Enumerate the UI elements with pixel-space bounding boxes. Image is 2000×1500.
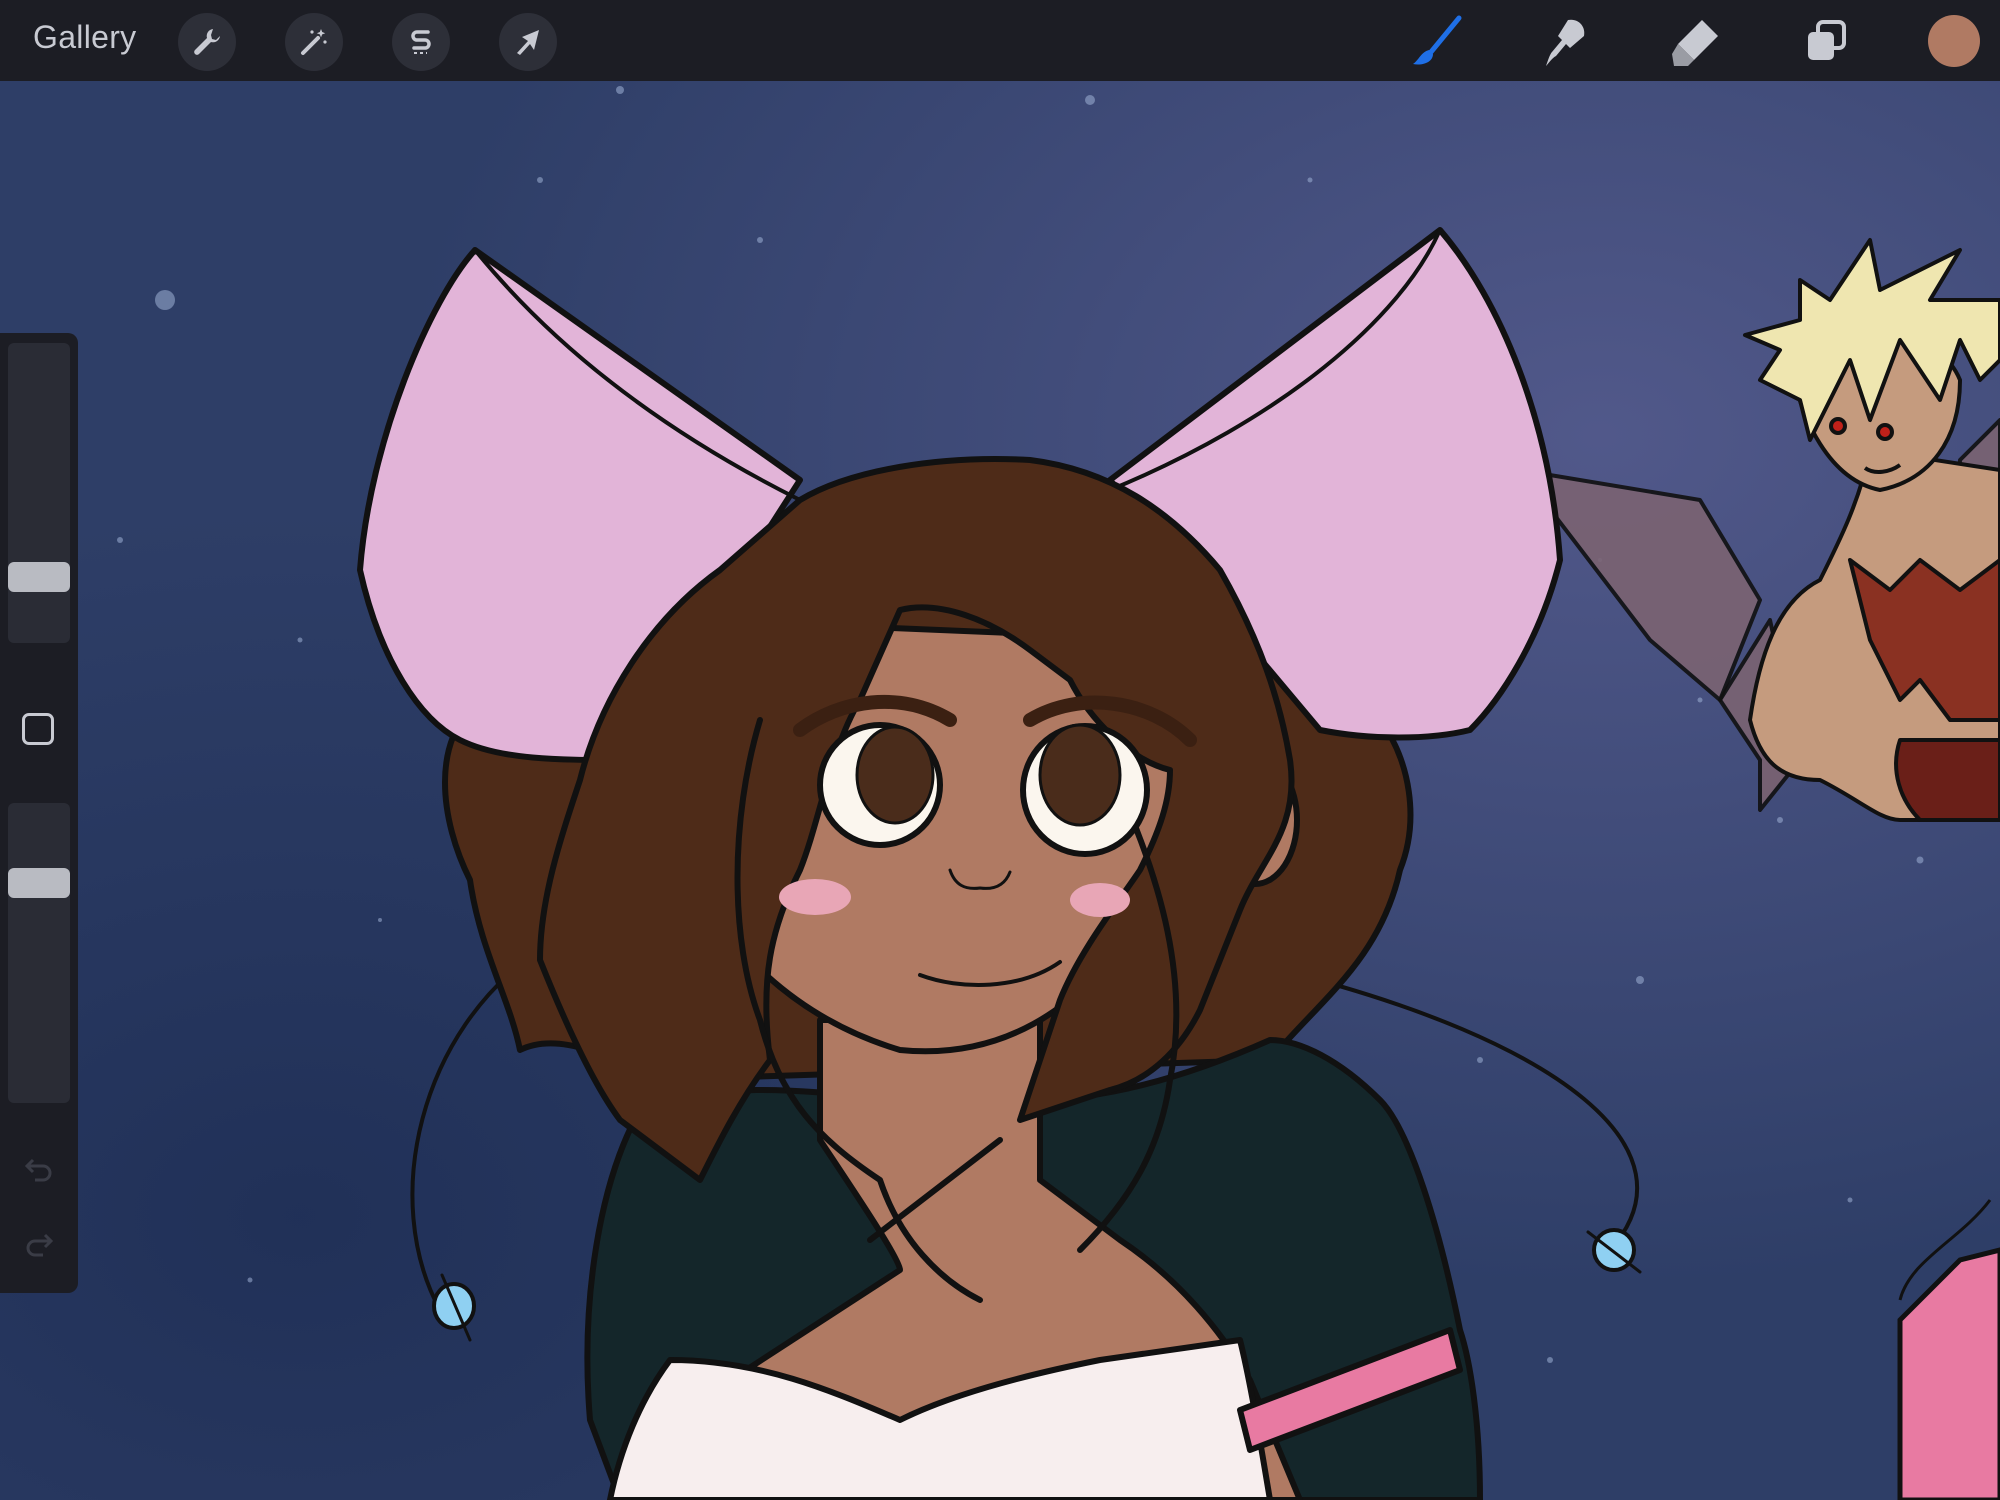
adjustments-button[interactable] — [285, 13, 343, 71]
top-toolbar: Gallery — [0, 0, 2000, 81]
modify-button[interactable] — [22, 713, 54, 745]
opacity-slider[interactable] — [8, 803, 70, 1103]
brush-size-slider[interactable] — [8, 343, 70, 643]
transform-button[interactable] — [499, 13, 557, 71]
brush-tool-button[interactable] — [1405, 10, 1469, 74]
layers-tool-button[interactable] — [1794, 10, 1858, 74]
gallery-button[interactable]: Gallery — [33, 19, 136, 56]
selection-s-icon — [411, 30, 431, 54]
selection-button[interactable] — [392, 13, 450, 71]
color-picker-button[interactable] — [1928, 15, 1980, 67]
layers-icon — [1808, 20, 1846, 60]
magic-wand-icon — [301, 29, 327, 55]
eraser-tool-button[interactable] — [1664, 10, 1728, 74]
left-sidebar — [0, 333, 78, 1293]
actions-button[interactable] — [178, 13, 236, 71]
wrench-icon — [194, 29, 220, 55]
undo-button[interactable] — [20, 1153, 58, 1187]
arrow-cursor-icon — [517, 30, 539, 55]
brush-icon — [1413, 15, 1462, 65]
redo-icon — [26, 1233, 54, 1257]
opacity-thumb[interactable] — [8, 867, 70, 898]
redo-button[interactable] — [20, 1228, 58, 1262]
drawing-canvas[interactable] — [0, 81, 2000, 1500]
eraser-icon — [1672, 20, 1718, 66]
brush-size-thumb[interactable] — [8, 561, 70, 592]
smudge-icon — [1546, 19, 1585, 66]
smudge-tool-button[interactable] — [1534, 10, 1598, 74]
undo-icon — [24, 1158, 52, 1182]
